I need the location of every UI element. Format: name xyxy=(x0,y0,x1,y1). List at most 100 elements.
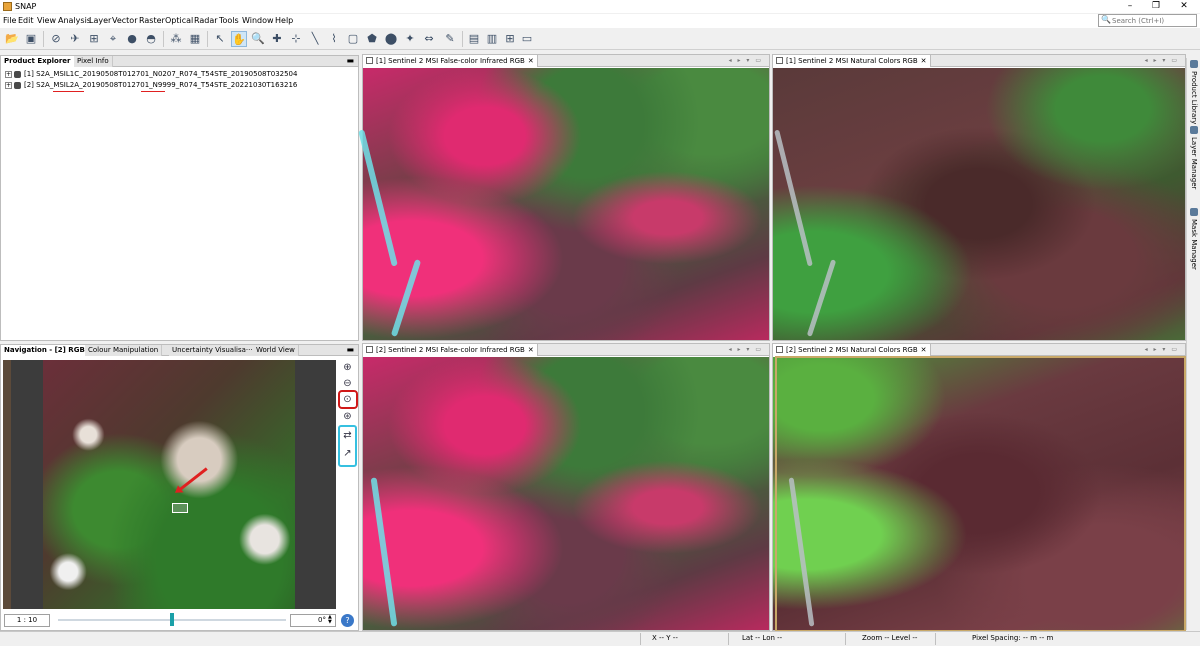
graph-builder-icon[interactable]: ✈ xyxy=(67,31,83,47)
menu-optical[interactable]: Optical xyxy=(165,16,193,25)
search-input[interactable] xyxy=(1112,16,1194,26)
product-tree-item-2[interactable]: + [2] S2A_MSIL2A_20190508T012701_N9999_R0… xyxy=(5,81,297,89)
menu-layer[interactable]: Layer xyxy=(89,16,111,25)
menu-vector[interactable]: Vector xyxy=(112,16,138,25)
river-feature xyxy=(788,477,815,627)
image-tab[interactable]: [1] Sentinel 2 MSI Natural Colors RGB ✕ xyxy=(773,55,931,67)
close-icon[interactable]: ✕ xyxy=(921,57,927,65)
close-icon[interactable]: ✕ xyxy=(528,346,534,354)
help-icon[interactable]: ? xyxy=(341,614,354,627)
pan-tool-icon[interactable]: ✋ xyxy=(231,31,247,47)
restore-icon[interactable]: ❐ xyxy=(1150,1,1162,11)
zoom-in-icon[interactable]: ⊕ xyxy=(341,361,354,374)
range-finder-icon[interactable]: ⇔ xyxy=(421,31,437,47)
menu-window[interactable]: Window xyxy=(242,16,274,25)
menu-edit[interactable]: Edit xyxy=(18,16,34,25)
world-map-icon[interactable]: ◓ xyxy=(143,31,159,47)
ellipse-drawing-icon[interactable]: ⬤ xyxy=(383,31,399,47)
image-canvas[interactable] xyxy=(363,357,769,630)
band-subset-icon[interactable]: ▦ xyxy=(187,31,203,47)
open-product-icon[interactable]: 📂 xyxy=(4,31,20,47)
image-view-icon xyxy=(366,346,373,353)
pencil-icon[interactable]: ✎ xyxy=(442,31,458,47)
search-box[interactable]: 🔍 xyxy=(1098,14,1197,27)
image-tab[interactable]: [2] Sentinel 2 MSI False-color Infrared … xyxy=(363,344,538,356)
tile-evenly-icon[interactable]: ▤ xyxy=(466,31,482,47)
zoom-all-icon[interactable]: ⊛ xyxy=(341,410,354,423)
menu-view[interactable]: View xyxy=(37,16,56,25)
mask-manager-icon xyxy=(1190,208,1198,216)
menu-raster[interactable]: Raster xyxy=(139,16,165,25)
grid-icon[interactable]: ⊞ xyxy=(86,31,102,47)
sidebar-tab-layer-manager[interactable]: Layer Manager xyxy=(1188,126,1200,189)
image-window-1-natural-colors[interactable]: [1] Sentinel 2 MSI Natural Colors RGB ✕ ◂… xyxy=(772,54,1186,341)
status-separator xyxy=(935,633,936,645)
select-tool-icon[interactable]: ↖ xyxy=(212,31,228,47)
tab-navigation[interactable]: Navigation - [2] RGB✕ xyxy=(1,345,98,356)
tile-vertically-icon[interactable]: ⊞ xyxy=(502,31,518,47)
window-nav-arrows-icon[interactable]: ◂ ▸ ▾ ▭ xyxy=(729,55,763,67)
image-canvas[interactable] xyxy=(773,68,1185,340)
minimize-panel-icon[interactable]: ▬ xyxy=(346,345,354,355)
menu-help[interactable]: Help xyxy=(275,16,293,25)
close-icon[interactable]: ✕ xyxy=(921,346,927,354)
image-window-2-false-color[interactable]: [2] Sentinel 2 MSI False-color Infrared … xyxy=(362,343,770,631)
tab-colour-manipulation[interactable]: Colour Manipulation xyxy=(85,345,163,356)
overview-image[interactable] xyxy=(43,360,295,609)
tab-world-view[interactable]: World View xyxy=(253,345,299,356)
angle-spinner-icon[interactable]: ▲ ▼ xyxy=(328,615,332,625)
polyline-drawing-icon[interactable]: ⌇ xyxy=(326,31,342,47)
image-window-1-false-color[interactable]: [1] Sentinel 2 MSI False-color Infrared … xyxy=(358,54,770,341)
batch-processing-icon[interactable]: ⁂ xyxy=(168,31,184,47)
menu-analysis[interactable]: Analysis xyxy=(58,16,91,25)
product-label: [2] S2A_MSIL2A_20190508T012701_N9999_R07… xyxy=(24,81,298,89)
image-tab[interactable]: [1] Sentinel 2 MSI False-color Infrared … xyxy=(363,55,538,67)
tab-label: Product Explorer xyxy=(4,57,71,65)
window-nav-arrows-icon[interactable]: ◂ ▸ ▾ ▭ xyxy=(729,344,763,356)
toolbar-separator xyxy=(43,31,44,47)
close-icon[interactable]: ✕ xyxy=(528,57,534,65)
rectangle-drawing-icon[interactable]: ▢ xyxy=(345,31,361,47)
minimize-panel-icon[interactable]: ▬ xyxy=(346,56,354,66)
window-nav-arrows-icon[interactable]: ◂ ▸ ▾ ▭ xyxy=(1145,344,1179,356)
scale-field[interactable]: 1 : 10 xyxy=(4,614,50,627)
pins-icon[interactable]: ● xyxy=(124,31,140,47)
image-canvas[interactable] xyxy=(358,68,769,340)
pin-placing-icon[interactable]: ✚ xyxy=(269,31,285,47)
image-tab[interactable]: [2] Sentinel 2 MSI Natural Colors RGB ✕ xyxy=(773,344,931,356)
image-canvas[interactable] xyxy=(773,357,1185,630)
band-maths-icon[interactable]: ⊘ xyxy=(48,31,64,47)
tile-horizontally-icon[interactable]: ▥ xyxy=(484,31,500,47)
save-product-icon[interactable]: ▣ xyxy=(23,31,39,47)
polygon-drawing-icon[interactable]: ⬟ xyxy=(364,31,380,47)
expand-icon[interactable]: + xyxy=(5,70,12,78)
gcp-tool-icon[interactable]: ⌖ xyxy=(105,31,121,47)
sidebar-tab-mask-manager[interactable]: Mask Manager xyxy=(1188,208,1200,270)
tab-uncertainty-visualisation[interactable]: Uncertainty Visualisa··· xyxy=(169,345,257,356)
magic-wand-icon[interactable]: ✦ xyxy=(402,31,418,47)
tile-single-icon[interactable]: ▭ xyxy=(519,31,535,47)
menu-tools[interactable]: Tools xyxy=(219,16,239,25)
zoom-out-icon[interactable]: ⊖ xyxy=(341,377,354,390)
image-window-2-natural-colors[interactable]: [2] Sentinel 2 MSI Natural Colors RGB ✕ ◂… xyxy=(772,343,1186,631)
menu-file[interactable]: File xyxy=(3,16,16,25)
product-tree-item-1[interactable]: + [1] S2A_MSIL1C_20190508T012701_N0207_R0… xyxy=(5,70,297,78)
navigation-overview[interactable] xyxy=(3,360,336,609)
zoom-tool-icon[interactable]: 🔍 xyxy=(250,31,266,47)
close-icon[interactable]: ✕ xyxy=(1178,1,1190,11)
sidebar-tab-product-library[interactable]: Product Library xyxy=(1188,60,1200,124)
image-view-icon xyxy=(366,57,373,64)
menu-radar[interactable]: Radar xyxy=(194,16,218,25)
river-feature xyxy=(774,129,813,267)
tab-product-explorer[interactable]: Product Explorer✕ xyxy=(1,56,84,67)
viewport-rectangle[interactable] xyxy=(172,503,188,513)
window-title: SNAP xyxy=(15,2,37,11)
expand-icon[interactable]: + xyxy=(5,81,12,89)
tab-pixel-info[interactable]: Pixel Info xyxy=(74,56,113,67)
minimize-icon[interactable]: – xyxy=(1124,1,1136,11)
zoom-slider-thumb[interactable] xyxy=(170,613,174,626)
line-drawing-icon[interactable]: ╲ xyxy=(307,31,323,47)
window-nav-arrows-icon[interactable]: ◂ ▸ ▾ ▭ xyxy=(1145,55,1179,67)
river-feature xyxy=(358,129,398,267)
gcp-placing-icon[interactable]: ⊹ xyxy=(288,31,304,47)
